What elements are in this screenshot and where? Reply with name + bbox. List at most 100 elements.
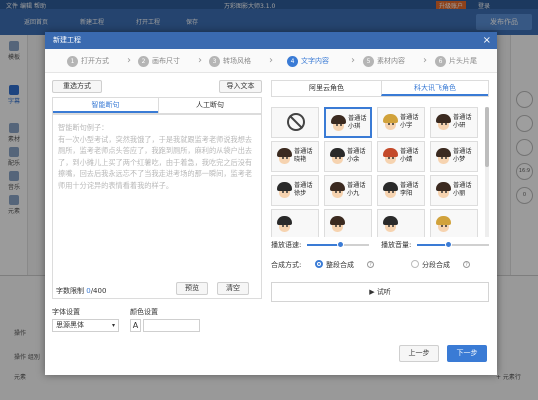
voice-option[interactable]: 普通话 小丽 [430,175,478,206]
voice-name: 普通话 小婧 [400,148,419,164]
prev-step-button[interactable]: 上一步 [399,345,439,362]
voice-option[interactable]: 普通话 晓艳 [271,141,319,172]
new-project-dialog: 新建工程 × 1 打开方式 › 2 画布尺寸 › 3 转场风格 › 4 文字内容 › 5… [45,32,497,375]
voice-speaker: 小梦 [453,156,466,163]
reset-method-button[interactable]: 重选方式 [52,80,102,93]
voice-name: 普通话 小余 [347,148,366,164]
avatar-icon [330,148,345,166]
voice-speaker: 小琪 [348,123,361,130]
play-icon: ▶ [369,288,375,296]
step-material-content[interactable]: 5 素材内容 [363,55,405,67]
tab-manual-split[interactable]: 人工断句 [158,98,261,113]
voice-name: 普通话 李阳 [400,182,419,198]
step-number: 4 [287,56,298,67]
next-step-button[interactable]: 下一步 [447,345,487,362]
avatar-icon [436,114,451,132]
step-text-content[interactable]: 4 文字内容 [287,55,329,67]
chevron-right-icon: › [269,55,273,66]
voice-language: 普通话 [294,182,313,189]
voice-option[interactable]: 普通话 徐步 [271,175,319,206]
voice-language: 普通话 [348,115,367,122]
speed-label: 播放语速: [271,241,302,249]
speed-slider[interactable] [307,241,369,248]
script-textarea[interactable]: 智能断句例子： 有一次小型考试，突然我饿了，于是我就跟监考老师说我想去厕所，监考… [52,114,262,299]
voice-option[interactable]: 普通话 小婧 [377,141,425,172]
font-settings-label: 字体设置 [52,308,80,316]
slider-knob[interactable] [337,241,345,248]
chevron-right-icon: › [351,55,355,66]
step-label: 打开方式 [81,57,109,65]
voice-language: 普通话 [400,182,419,189]
step-label: 素材内容 [377,57,405,65]
import-text-button[interactable]: 导入文本 [219,80,262,93]
radio-whole-synthesis[interactable] [315,260,323,268]
voice-option[interactable] [271,209,319,237]
voice-option[interactable] [430,209,478,237]
clear-button[interactable]: 清空 [217,282,249,295]
voice-speaker: 晓艳 [294,156,307,163]
avatar-icon [383,148,398,166]
voice-speaker: 小婧 [400,156,413,163]
step-number: 5 [363,56,374,67]
char-max: /400 [90,287,107,295]
voice-scrollbar[interactable] [485,107,489,237]
whole-synthesis-label: 整段合成 [326,261,354,269]
step-number: 2 [138,56,149,67]
step-label: 片头片尾 [449,57,477,65]
avatar-icon [277,182,292,200]
chevron-right-icon: › [127,55,131,66]
step-open-method[interactable]: 1 打开方式 [67,55,109,67]
volume-label: 播放音量: [381,241,412,249]
voice-speaker: 李阳 [400,190,413,197]
voice-speaker: 小余 [347,156,360,163]
color-settings-label: 颜色设置 [130,308,158,316]
step-label: 文字内容 [301,57,329,65]
close-icon[interactable]: × [483,32,491,49]
chevron-right-icon: › [423,55,427,66]
avatar-icon [383,182,398,200]
step-canvas-size[interactable]: 2 画布尺寸 [138,55,180,67]
tab-smart-split[interactable]: 智能断句 [53,98,158,113]
voice-option[interactable]: 普通话 小九 [324,175,372,206]
voice-name: 普通话 小梦 [453,148,472,164]
color-picker[interactable] [143,319,200,332]
listen-button[interactable]: ▶ 试听 [271,282,489,302]
voice-option[interactable]: 普通话 小梦 [430,141,478,172]
voice-speaker: 小研 [453,122,466,129]
font-select[interactable]: 思源黑体 ▾ [52,319,119,332]
voice-language: 普通话 [400,114,419,121]
voice-language: 普通话 [453,114,472,121]
chevron-right-icon: › [198,55,202,66]
help-icon[interactable]: ? [367,261,374,268]
scrollbar-thumb[interactable] [485,107,489,167]
voice-option[interactable]: 普通话 小宇 [377,107,425,138]
voice-option[interactable]: 普通话 小研 [430,107,478,138]
voice-speaker: 小丽 [453,190,466,197]
font-value: 思源黑体 [56,321,84,329]
tab-iflytek-voices[interactable]: 科大讯飞角色 [381,81,488,96]
voice-none-option[interactable] [271,107,319,138]
voice-language: 普通话 [347,148,366,155]
voice-option[interactable]: 普通话 小琪 [324,107,372,138]
step-transition-style[interactable]: 3 转场风格 [209,55,251,67]
chevron-down-icon: ▾ [111,322,115,329]
voice-option[interactable] [324,209,372,237]
voice-language: 普通话 [294,148,313,155]
preview-button[interactable]: 预览 [176,282,208,295]
avatar-icon [331,115,346,133]
voice-name: 普通话 小九 [347,182,366,198]
voice-name: 普通话 小丽 [453,182,472,198]
step-label: 画布尺寸 [152,57,180,65]
tab-aliyun-voices[interactable]: 阿里云角色 [272,81,381,96]
radio-split-synthesis[interactable] [411,260,419,268]
voice-option[interactable]: 普通话 小余 [324,141,372,172]
split-mode-tabs: 智能断句 人工断句 [52,97,262,114]
voice-option[interactable]: 普通话 李阳 [377,175,425,206]
slider-knob[interactable] [445,241,453,248]
voice-option[interactable] [377,209,425,237]
font-color-icon[interactable]: A [130,319,141,332]
step-intro-outro[interactable]: 6 片头片尾 [435,55,477,67]
volume-slider[interactable] [417,241,489,248]
voice-name: 普通话 徐步 [294,182,313,198]
help-icon[interactable]: ? [463,261,470,268]
